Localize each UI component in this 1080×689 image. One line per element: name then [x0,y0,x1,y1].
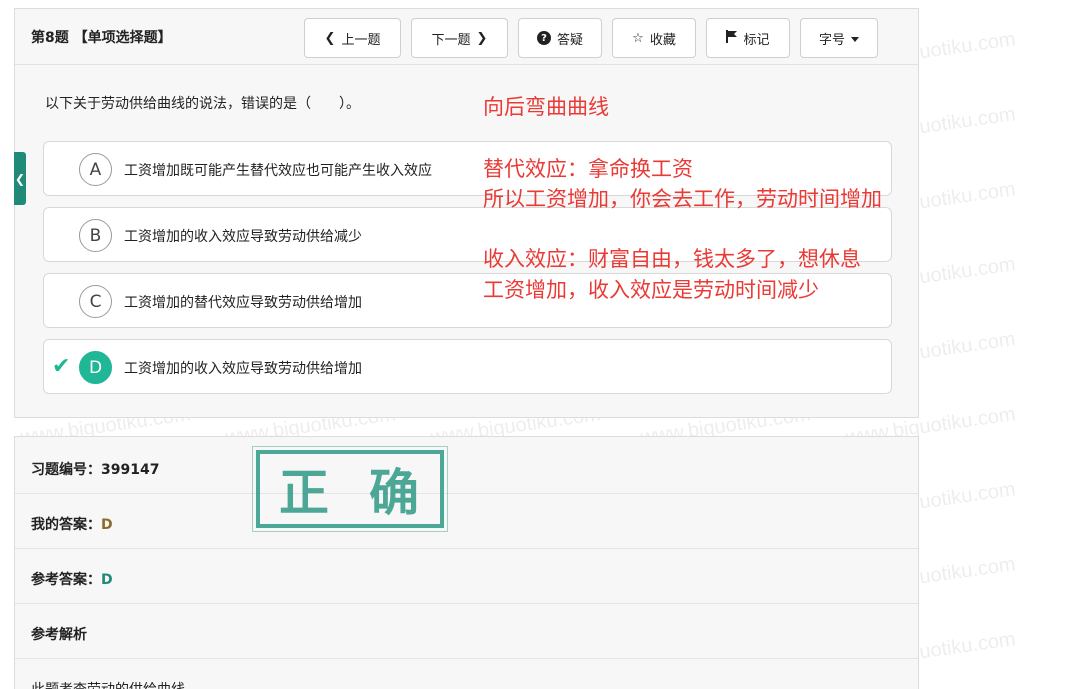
annotation-substitution: 替代效应：拿命换工资 [483,157,693,181]
analysis-label: 参考解析 [31,627,87,643]
question-circle-icon: ? [536,31,551,45]
option-letter: C [79,285,112,318]
caret-down-icon [851,31,859,46]
question-id-row: 习题编号：399147 [15,439,918,494]
option-text: 工资增加既可能产生替代效应也可能产生收入效应 [124,163,432,179]
annotation-income-detail: 工资增加，收入效应是劳动时间减少 [483,278,819,302]
chevron-left-icon: ❮ [324,30,336,46]
check-icon: ✔ [52,354,71,379]
reference-answer-label: 参考答案： [31,572,101,588]
prev-question-label: 上一题 [341,32,381,48]
my-answer-row: 我的答案：D [15,494,918,549]
favorite-button[interactable]: ☆ 收藏 [612,18,696,58]
annotation-income: 收入效应：财富自由，钱太多了，想休息 [483,247,861,271]
prev-question-button[interactable]: ❮ 上一题 [304,18,401,58]
flag-icon [726,29,738,47]
option-text: 工资增加的收入效应导致劳动供给增加 [124,361,362,377]
analysis-text: 此题考查劳动的供给曲线。 [31,679,199,689]
star-outline-icon: ☆ [632,30,644,46]
side-panel-toggle[interactable]: ❮ [14,152,26,205]
stamp-char-2: 确 [369,463,421,522]
question-id-label: 习题编号： [31,462,101,478]
option-d[interactable]: ✔ D 工资增加的收入效应导致劳动供给增加 [43,339,892,394]
annotation-substitution-detail: 所以工资增加，你会去工作，劳动时间增加 [483,187,882,211]
chevron-right-icon: ❯ [476,30,488,46]
question-id-value: 399147 [101,462,160,478]
option-letter: A [79,153,112,186]
font-size-dropdown[interactable]: 字号 [800,18,878,58]
qa-button[interactable]: ? 答疑 [518,18,602,58]
next-question-button[interactable]: 下一题 ❯ [411,18,508,58]
question-text: 以下关于劳动供给曲线的说法，错误的是（ ）。 [45,96,360,112]
qa-label: 答疑 [556,32,583,48]
favorite-label: 收藏 [649,32,676,48]
option-text: 工资增加的收入效应导致劳动供给减少 [124,229,362,245]
analysis-text-row: 此题考查劳动的供给曲线。 [15,659,918,689]
mark-label: 标记 [743,32,770,48]
option-letter: B [79,219,112,252]
reference-answer-row: 参考答案：D [15,549,918,604]
annotation-curve: 向后弯曲曲线 [483,95,609,119]
question-panel: 第8题 【单项选择题】 ❮ 上一题 下一题 ❯ ? 答疑 ☆ 收藏 标记 字号 … [14,8,919,418]
chevron-left-icon: ❮ [14,171,26,186]
stamp-char-1: 正 [279,463,331,522]
analysis-header-row: 参考解析 [15,604,918,659]
font-size-label: 字号 [818,32,845,48]
answer-panel: 习题编号：399147 我的答案：D 参考答案：D 参考解析 此题考查劳动的供给… [14,436,919,689]
correct-stamp: 正 确 [252,446,448,532]
question-header: 第8题 【单项选择题】 ❮ 上一题 下一题 ❯ ? 答疑 ☆ 收藏 标记 字号 [15,9,918,65]
my-answer-label: 我的答案： [31,517,101,533]
option-text: 工资增加的替代效应导致劳动供给增加 [124,295,362,311]
question-toolbar: ❮ 上一题 下一题 ❯ ? 答疑 ☆ 收藏 标记 字号 [304,18,888,58]
mark-button[interactable]: 标记 [706,18,790,58]
option-letter: D [79,351,112,384]
next-question-label: 下一题 [431,32,471,48]
my-answer-value: D [101,517,113,533]
reference-answer-value: D [101,572,113,588]
question-title: 第8题 【单项选择题】 [31,30,172,46]
